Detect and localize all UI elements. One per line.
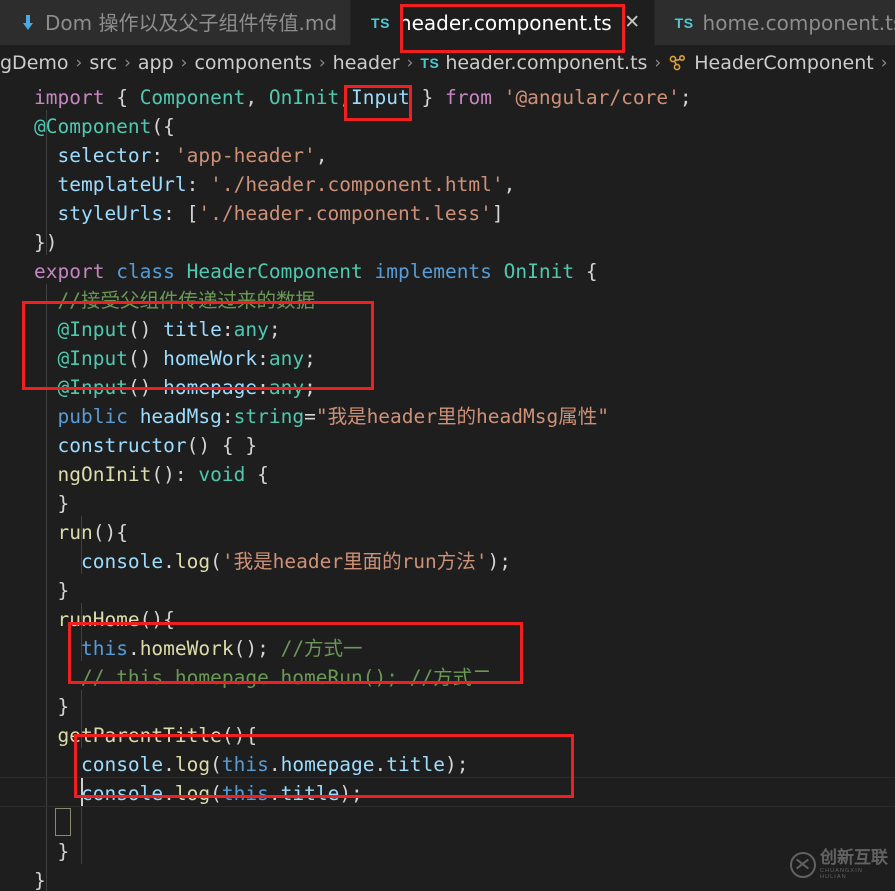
editor-tab-bar: Dom 操作以及父子组件传值.md TS header.component.ts…: [0, 0, 895, 45]
breadcrumb-item-file[interactable]: header.component.ts: [445, 52, 647, 74]
code-line[interactable]: templateUrl: './header.component.html',: [0, 170, 895, 199]
code-line[interactable]: }: [0, 866, 895, 891]
code-line[interactable]: [0, 808, 895, 837]
code-line[interactable]: styleUrls: ['./header.component.less']: [0, 199, 895, 228]
breadcrumb-item-components[interactable]: components: [194, 52, 311, 74]
code-line[interactable]: @Input() homeWork:any;: [0, 344, 895, 373]
watermark-cn: 创新互联: [820, 848, 888, 868]
watermark-text: 创新互联 CHUANGXIN HULIAN: [820, 850, 890, 880]
breadcrumb-separator: ›: [406, 53, 414, 73]
tab-dom-md[interactable]: Dom 操作以及父子组件传值.md: [0, 0, 352, 45]
code-line[interactable]: this.homeWork(); //方式一: [0, 634, 895, 663]
code-line[interactable]: console.log(this.title);: [0, 779, 895, 808]
breadcrumb-separator: ›: [880, 53, 888, 73]
watermark: 创新互联 CHUANGXIN HULIAN: [790, 846, 890, 884]
breadcrumb-item-src[interactable]: src: [89, 52, 117, 74]
code-line[interactable]: }): [0, 228, 895, 257]
breadcrumb-separator: ›: [318, 53, 326, 73]
tab-label: header.component.ts: [398, 10, 612, 35]
code-line[interactable]: @Input() title:any;: [0, 315, 895, 344]
code-line[interactable]: //接受父组件传递过来的数据: [0, 286, 895, 315]
code-line[interactable]: // this.homepage.homeRun(); //方式二: [0, 663, 895, 692]
code-line[interactable]: constructor() { }: [0, 431, 895, 460]
code-line[interactable]: public headMsg:string="我是header里的headMsg…: [0, 402, 895, 431]
code-line[interactable]: selector: 'app-header',: [0, 141, 895, 170]
code-line[interactable]: runHome(){: [0, 605, 895, 634]
breadcrumb-separator: ›: [75, 53, 83, 73]
code-line[interactable]: console.log(this.homepage.title);: [0, 750, 895, 779]
tab-label: home.component.ts: [702, 10, 895, 35]
typescript-icon: TS: [371, 14, 390, 31]
code-line[interactable]: run(){: [0, 518, 895, 547]
code-line[interactable]: }: [0, 837, 895, 866]
code-line[interactable]: @Input() homepage:any;: [0, 373, 895, 402]
code-line[interactable]: export class HeaderComponent implements …: [0, 257, 895, 286]
code-line[interactable]: ngOnInit(): void {: [0, 460, 895, 489]
breadcrumb-item-header[interactable]: header: [333, 52, 400, 74]
code-content[interactable]: import { Component, OnInit,Input } from …: [0, 81, 895, 891]
tab-header-component-ts[interactable]: TS header.component.ts ✕: [351, 0, 655, 45]
breadcrumb-separator: ›: [180, 53, 188, 73]
tab-home-component-ts[interactable]: TS home.component.ts: [654, 0, 895, 45]
close-icon[interactable]: ✕: [624, 13, 641, 32]
breadcrumb-separator: ›: [654, 53, 662, 73]
code-line[interactable]: getParentTitle(){: [0, 721, 895, 750]
code-line[interactable]: }: [0, 576, 895, 605]
breadcrumb-separator: ›: [124, 53, 131, 73]
code-line[interactable]: console.log('我是header里面的run方法');: [0, 547, 895, 576]
markdown-download-icon: [20, 14, 36, 32]
tab-label: Dom 操作以及父子组件传值.md: [45, 10, 338, 35]
cx-circle-logo-icon: [790, 852, 816, 878]
code-line[interactable]: @Component({: [0, 112, 895, 141]
code-line[interactable]: import { Component, OnInit,Input } from …: [0, 83, 895, 112]
breadcrumb-item-app[interactable]: app: [138, 52, 174, 74]
code-line[interactable]: }: [0, 489, 895, 518]
code-editor[interactable]: import { Component, OnInit,Input } from …: [0, 81, 895, 891]
typescript-icon: TS: [420, 55, 440, 71]
code-line[interactable]: }: [0, 692, 895, 721]
breadcrumb-item-gdemo[interactable]: gDemo: [0, 52, 69, 74]
class-symbol-icon: [668, 53, 688, 73]
watermark-en: CHUANGXIN HULIAN: [820, 868, 863, 880]
breadcrumb-item-class[interactable]: HeaderComponent: [694, 52, 874, 74]
breadcrumb: gDemo › src › app › components › header …: [0, 45, 895, 81]
typescript-icon: TS: [674, 14, 694, 31]
